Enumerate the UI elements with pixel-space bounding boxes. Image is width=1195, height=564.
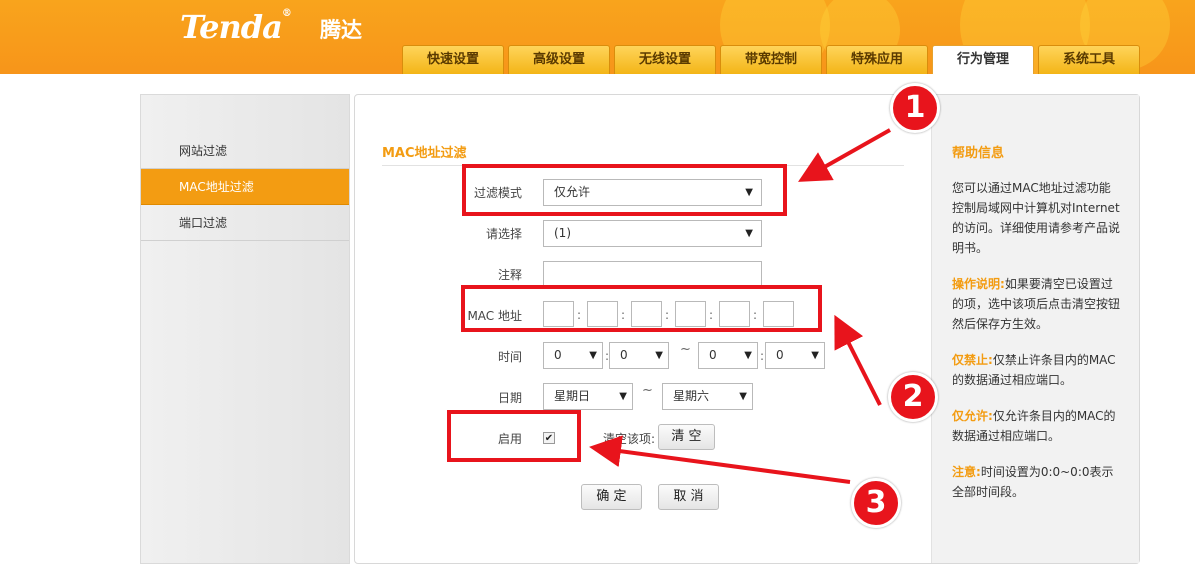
- annotation-arrow-1: [798, 128, 891, 182]
- annotation-marker-1: 1: [890, 83, 940, 133]
- annotation-marker-2: 2: [888, 372, 938, 422]
- annotation-arrow-2: [834, 314, 882, 406]
- annotation-arrow-3: [589, 435, 851, 484]
- annotation-arrows: [589, 128, 891, 484]
- annotation-marker-3: 3: [851, 478, 901, 528]
